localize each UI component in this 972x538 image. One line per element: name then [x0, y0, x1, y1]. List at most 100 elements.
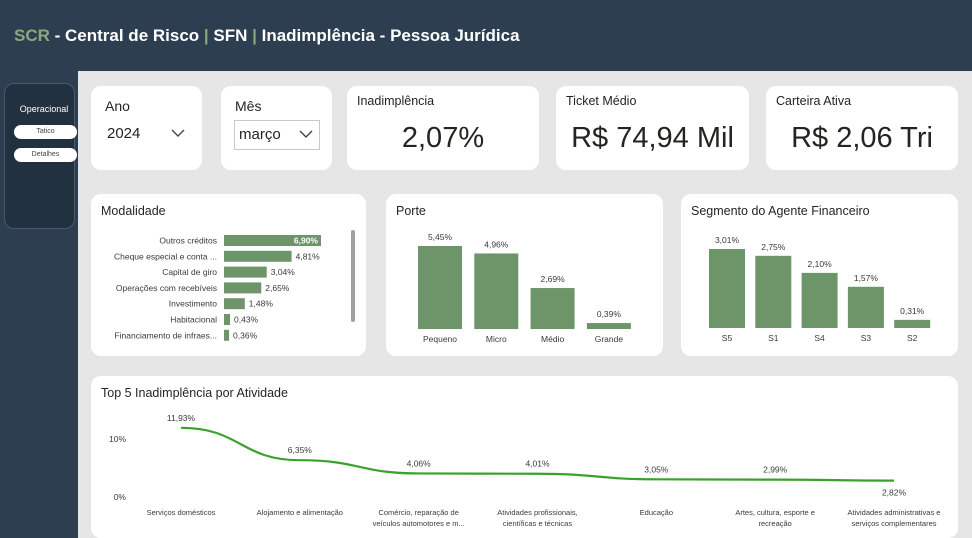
modalidade-data-label: 1,48%	[249, 299, 274, 309]
modalidade-data-label: 2,65%	[265, 283, 290, 293]
page-title: SCR - Central de Risco | SFN | Inadimplê…	[14, 26, 520, 46]
modalidade-data-label: 6,90%	[294, 236, 319, 246]
title-part-1: - Central de Risco	[49, 26, 204, 45]
atividade-category-label: Educação	[640, 508, 673, 517]
kpi-inadimplencia-label: Inadimplência	[357, 94, 435, 108]
modalidade-data-label: 3,04%	[271, 267, 296, 277]
chevron-down-icon	[171, 129, 185, 137]
modalidade-data-label: 0,43%	[234, 315, 259, 325]
atividade-chart: 10% 0% 11,93% Serviços domésticos 6,35% Aloja…	[109, 413, 941, 528]
kpi-ticket-label: Ticket Médio	[566, 94, 637, 108]
porte-category-label: Grande	[595, 334, 624, 344]
page-navigator: Operacional Tatico Detalhes	[4, 83, 77, 229]
year-slicer-card: Ano 2024	[91, 86, 202, 170]
title-prefix: SCR	[14, 26, 50, 45]
modalidade-category-label: Habitacional	[170, 315, 217, 325]
modalidade-data-label: 0,36%	[233, 330, 258, 340]
modalidade-category-label: Financiamento de infraes...	[114, 330, 217, 340]
segmento-bar	[801, 272, 838, 328]
modalidade-scrollbar[interactable]	[351, 230, 355, 322]
segmento-chart: 3,01% S5 2,75% S1 2,10% S4 1,57% S3 0,31% S2	[709, 235, 931, 343]
atividade-category-label: Serviços domésticos	[147, 508, 216, 517]
header-bar: SCR - Central de Risco | SFN | Inadimplê…	[0, 0, 972, 71]
atividade-data-label: 2,99%	[763, 465, 788, 475]
year-value: 2024	[107, 125, 141, 142]
title-part-2: SFN	[208, 26, 253, 45]
atividade-category-label: científicas e técnicas	[503, 519, 572, 528]
porte-bar	[586, 323, 631, 329]
kpi-carteira-label: Carteira Ativa	[776, 94, 852, 108]
atividade-data-label: 4,06%	[407, 458, 432, 468]
modalidade-chart: Outros créditos 6,90% Cheque especial e co…	[114, 235, 321, 341]
segmento-bar	[894, 319, 931, 328]
modalidade-bar	[224, 266, 267, 278]
sidebar: Operacional Tatico Detalhes	[0, 71, 78, 538]
atividade-category-label: Atividades profissionais,	[497, 508, 577, 517]
segmento-data-label: 2,75%	[761, 242, 786, 252]
year-slicer-label: Ano	[105, 98, 130, 114]
kpi-carteira-value: R$ 2,06 Tri	[791, 122, 933, 154]
porte-category-label: Médio	[541, 334, 564, 344]
atividade-y-tick-label: 10%	[109, 434, 126, 444]
segmento-bar	[755, 255, 792, 328]
modalidade-data-label: 4,81%	[296, 251, 321, 261]
modalidade-category-label: Cheque especial e conta ...	[114, 251, 217, 261]
segmento-data-label: 0,31%	[900, 306, 925, 316]
porte-bar	[418, 246, 462, 329]
segmento-category-label: S5	[722, 333, 733, 343]
porte-bar	[530, 288, 575, 329]
segmento-bar	[709, 249, 745, 328]
porte-bar	[474, 253, 519, 329]
nav-tatico[interactable]: Tatico	[14, 125, 77, 139]
kpi-inadimplencia-card: Inadimplência 2,07%	[347, 86, 539, 170]
segmento-data-label: 2,10%	[808, 259, 833, 269]
nav-detalhes[interactable]: Detalhes	[14, 148, 77, 162]
atividade-category-label: Artes, cultura, esporte e	[735, 508, 815, 517]
kpi-inadimplencia-value: 2,07%	[401, 122, 485, 154]
modalidade-category-label: Investimento	[169, 299, 217, 309]
porte-data-label: 4,96%	[484, 239, 509, 249]
segmento-category-label: S3	[861, 333, 872, 343]
porte-data-label: 5,45%	[428, 232, 453, 242]
segmento-category-label: S2	[907, 333, 918, 343]
modalidade-bar	[224, 250, 292, 262]
segmento-category-label: S1	[768, 333, 779, 343]
porte-data-label: 2,69%	[541, 274, 566, 284]
porte-chart: 5,45% Pequeno 4,96% Micro 2,69% Médio 0,39% Gra…	[418, 232, 631, 344]
porte-data-label: 0,39%	[597, 309, 622, 319]
nav-operacional[interactable]: Operacional	[9, 102, 79, 116]
year-dropdown[interactable]: 2024	[103, 120, 191, 150]
atividade-category-label: serviços complementares	[851, 519, 936, 528]
atividade-category-label: recreação	[758, 519, 791, 528]
modalidade-category-label: Outros créditos	[159, 236, 217, 246]
porte-category-label: Pequeno	[423, 334, 457, 344]
segmento-category-label: S4	[814, 333, 825, 343]
modalidade-category-label: Capital de giro	[162, 267, 217, 277]
atividade-data-label: 2,82%	[882, 488, 907, 498]
atividade-data-label: 4,01%	[525, 459, 550, 469]
segmento-data-label: 1,57%	[854, 273, 879, 283]
title-part-3: Inadimplência - Pessoa Jurídica	[256, 26, 520, 45]
modalidade-bar	[224, 314, 231, 325]
atividade-data-label: 3,05%	[644, 464, 669, 474]
porte-category-label: Micro	[486, 334, 507, 344]
atividade-data-label: 6,35%	[288, 445, 313, 455]
month-value: março	[239, 126, 281, 143]
segmento-bar	[847, 286, 884, 328]
atividade-category-label: Atividades administrativas e	[848, 508, 941, 517]
segmento-data-label: 3,01%	[715, 235, 740, 245]
chevron-down-icon	[299, 130, 313, 138]
atividade-category-label: veículos automotores e m...	[373, 519, 465, 528]
modalidade-bar	[224, 298, 245, 310]
atividade-category-label: Alojamento e alimentação	[257, 508, 343, 517]
kpi-carteira-card: Carteira Ativa R$ 2,06 Tri	[766, 86, 958, 170]
kpi-ticket-card: Ticket Médio R$ 74,94 Mil	[556, 86, 749, 170]
month-slicer-card: Mês março	[221, 86, 332, 170]
modalidade-bar	[224, 329, 230, 341]
month-dropdown[interactable]: março	[234, 120, 320, 150]
kpi-ticket-value: R$ 74,94 Mil	[571, 122, 734, 154]
atividade-data-label: 11,93%	[167, 413, 196, 423]
modalidade-category-label: Operações com recebíveis	[116, 283, 217, 293]
atividade-y-tick-label: 0%	[114, 492, 127, 502]
modalidade-bar	[224, 282, 262, 294]
